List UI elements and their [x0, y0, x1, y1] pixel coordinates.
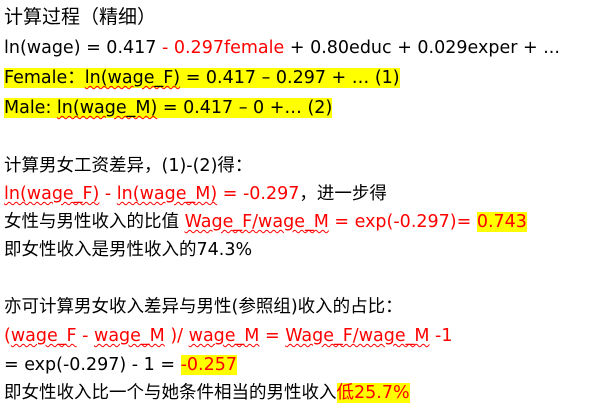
title-text: 计算过程（精细） [4, 6, 157, 28]
share-divide: )/ [164, 326, 189, 346]
share-conclusion-prefix: 即女性收入比一个与她条件相当的男性收入 [4, 383, 337, 403]
share-result-prefix: = exp(-0.297) - 1 = [4, 355, 181, 375]
slide-page: 计算过程（精细） ln(wage) = 0.417 - 0.297female … [0, 0, 600, 419]
share-intro: 亦可计算男女收入差异与男性(参照组)收入的占比： [4, 296, 403, 320]
diff-tail: ，进一步得 [299, 184, 387, 204]
diff-term-female: ln(wage_F) [4, 184, 100, 204]
regression-equation: ln(wage) = 0.417 - 0.297female + 0.80edu… [4, 37, 560, 61]
male-equation: Male: ln(wage_M) = 0.417 – 0 +… (2) [4, 97, 333, 121]
female-lhs: ln(wage_F) [84, 68, 181, 88]
ratio-expression: Wage_F/wage_M [184, 212, 329, 232]
share-minus: - [76, 326, 95, 346]
share-equals: = [259, 326, 286, 346]
difference-line: ln(wage_F) - ln(wage_M) = -0.297，进一步得 [4, 183, 387, 207]
share-term-wage-f: wage_F [10, 326, 77, 346]
female-equation: Female：ln(wage_F) = 0.417 – 0.297 + … (1… [4, 67, 400, 91]
ratio-line: 女性与男性收入的比值 Wage_F/wage_M = exp(-0.297)= … [4, 211, 527, 235]
equation-rest: + 0.80educ + 0.029exper + ... [284, 38, 560, 58]
share-term-ratio: Wage_F/wage_M [285, 326, 430, 346]
difference-intro-text: 计算男女工资差异，(1)-(2)得： [4, 156, 253, 176]
female-prefix: Female： [4, 68, 85, 88]
equation-lhs: ln(wage) = 0.417 [4, 38, 162, 58]
share-open-paren: ( [4, 326, 11, 346]
ratio-conclusion-text: 即女性收入是男性收入的74.3% [4, 240, 253, 260]
share-result-value: -0.257 [180, 355, 238, 375]
share-formula: (wage_F - wage_M )/ wage_M = Wage_F/wage… [4, 325, 452, 349]
slide-title: 计算过程（精细） [4, 6, 156, 30]
male-rhs: = 0.417 – 0 +… (2) [157, 98, 333, 118]
female-coefficient-term: - 0.297female [161, 38, 285, 58]
male-lhs: ln(wage_M) [56, 98, 158, 118]
male-prefix: Male: [4, 98, 57, 118]
diff-term-male: ln(wage_M) [116, 184, 218, 204]
difference-intro: 计算男女工资差异，(1)-(2)得： [4, 155, 252, 179]
ratio-conclusion: 即女性收入是男性收入的74.3% [4, 239, 252, 263]
share-result: = exp(-0.297) - 1 = -0.257 [4, 354, 238, 378]
female-equation-highlight: Female：ln(wage_F) = 0.417 – 0.297 + … (1… [4, 68, 400, 88]
ratio-expression-tail: = exp(-0.297)= [328, 212, 477, 232]
share-intro-text: 亦可计算男女收入差异与男性(参照组)收入的占比： [4, 297, 403, 317]
share-conclusion: 即女性收入比一个与她条件相当的男性收入低25.7% [4, 382, 410, 406]
ratio-prefix: 女性与男性收入的比值 [4, 212, 185, 232]
ratio-value: 0.743 [476, 212, 527, 232]
share-term-wage-m: wage_M [94, 326, 165, 346]
male-equation-highlight: Male: ln(wage_M) = 0.417 – 0 +… (2) [4, 98, 333, 118]
female-rhs: = 0.417 – 0.297 + … (1) [180, 68, 400, 88]
diff-result: = -0.297 [217, 184, 300, 204]
share-minus-one: -1 [429, 326, 453, 346]
share-conclusion-value: 低25.7% [336, 383, 410, 403]
diff-minus: - [99, 184, 117, 204]
share-term-denominator: wage_M [188, 326, 260, 346]
